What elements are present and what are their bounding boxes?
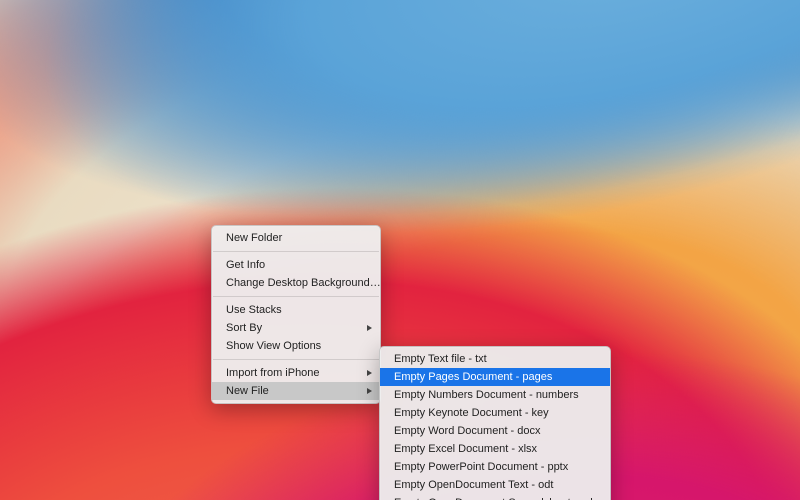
menu-item-import-from-iphone[interactable]: Import from iPhone <box>212 364 380 382</box>
submenu-item-ods[interactable]: Empty OpenDocument Spreadsheet - ods <box>380 494 610 500</box>
menu-separator <box>213 359 379 360</box>
submenu-item-numbers[interactable]: Empty Numbers Document - numbers <box>380 386 610 404</box>
menu-item-new-folder[interactable]: New Folder <box>212 229 380 247</box>
submenu-item-pptx[interactable]: Empty PowerPoint Document - pptx <box>380 458 610 476</box>
submenu-item-pages[interactable]: Empty Pages Document - pages <box>380 368 610 386</box>
menu-item-get-info[interactable]: Get Info <box>212 256 380 274</box>
submenu-item-key[interactable]: Empty Keynote Document - key <box>380 404 610 422</box>
new-file-submenu: Empty Text file - txt Empty Pages Docume… <box>379 346 611 500</box>
submenu-item-txt[interactable]: Empty Text file - txt <box>380 350 610 368</box>
menu-item-sort-by[interactable]: Sort By <box>212 319 380 337</box>
menu-item-new-file[interactable]: New File <box>212 382 380 400</box>
submenu-item-odt[interactable]: Empty OpenDocument Text - odt <box>380 476 610 494</box>
menu-item-use-stacks[interactable]: Use Stacks <box>212 301 380 319</box>
submenu-item-xlsx[interactable]: Empty Excel Document - xlsx <box>380 440 610 458</box>
menu-item-change-desktop-background[interactable]: Change Desktop Background… <box>212 274 380 292</box>
desktop-context-menu: New Folder Get Info Change Desktop Backg… <box>211 225 381 404</box>
submenu-item-docx[interactable]: Empty Word Document - docx <box>380 422 610 440</box>
menu-separator <box>213 251 379 252</box>
menu-item-show-view-options[interactable]: Show View Options <box>212 337 380 355</box>
menu-separator <box>213 296 379 297</box>
desktop-background[interactable]: New Folder Get Info Change Desktop Backg… <box>0 0 800 500</box>
